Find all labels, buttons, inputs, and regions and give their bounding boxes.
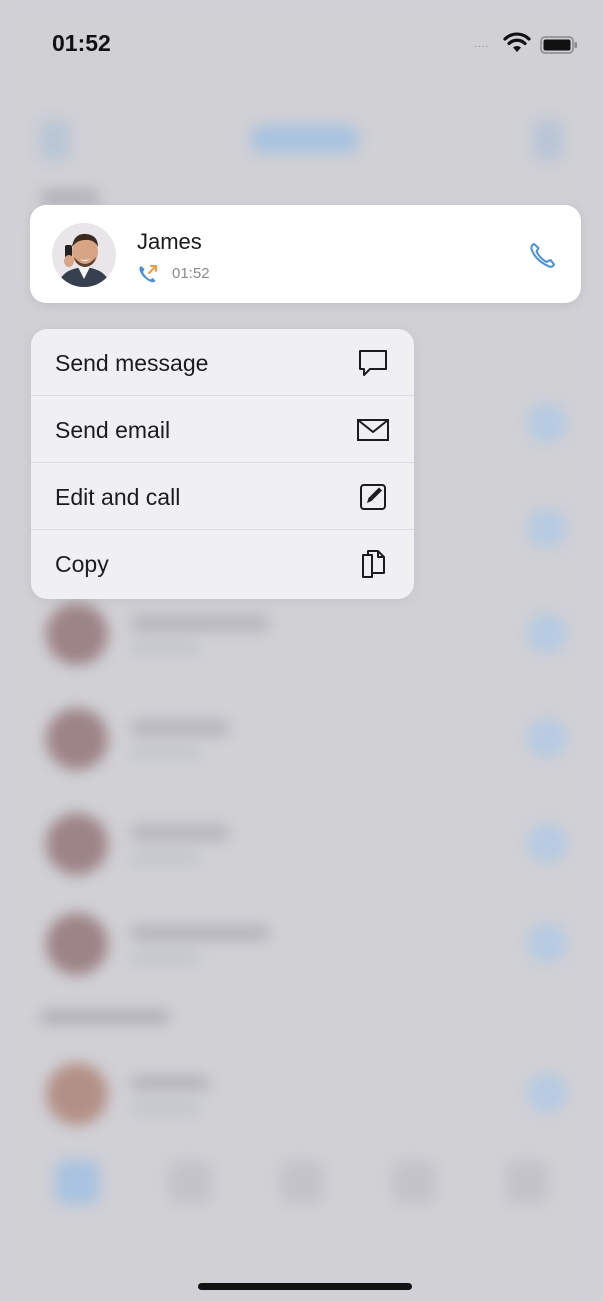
context-menu: Send message Send email Edit and call Co… — [31, 329, 414, 599]
blurred-section-header — [40, 190, 100, 204]
edit-icon — [360, 484, 386, 510]
blurred-row — [0, 795, 603, 895]
blurred-nav-title — [250, 125, 360, 153]
menu-item-label: Edit and call — [55, 484, 181, 510]
contact-name: James — [137, 229, 202, 254]
blurred-section-header — [40, 1010, 170, 1024]
menu-item-copy[interactable]: Copy — [31, 530, 414, 598]
message-bubble-icon — [359, 350, 387, 376]
signal-dots: .... — [474, 39, 490, 50]
blurred-row — [0, 1045, 603, 1145]
envelope-icon — [357, 419, 389, 441]
menu-item-edit-and-call[interactable]: Edit and call — [31, 463, 414, 530]
battery-icon — [540, 36, 577, 54]
outgoing-call-icon — [139, 265, 157, 283]
menu-item-label: Send email — [55, 417, 171, 443]
menu-item-send-email[interactable]: Send email — [31, 396, 414, 463]
blurred-background — [0, 0, 603, 1301]
call-time: 01:52 — [172, 265, 210, 282]
blurred-row — [0, 690, 603, 790]
status-bar: 01:52 .... — [0, 0, 603, 90]
blurred-navbar — [0, 100, 603, 180]
menu-item-label: Send message — [55, 350, 209, 376]
copy-icon — [362, 550, 385, 578]
home-indicator[interactable] — [198, 1283, 412, 1290]
blurred-row — [0, 585, 603, 685]
menu-item-send-message[interactable]: Send message — [31, 329, 414, 396]
blurred-tab-bar — [0, 1150, 603, 1230]
contact-card[interactable]: James 01:52 — [30, 205, 581, 303]
phone-icon[interactable] — [527, 239, 559, 271]
status-time: 01:52 — [52, 30, 111, 56]
blurred-row — [0, 895, 603, 995]
menu-item-label: Copy — [55, 551, 109, 577]
wifi-icon — [503, 32, 531, 52]
blurred-nav-left-button — [40, 120, 70, 160]
contact-avatar — [52, 223, 116, 287]
blurred-nav-right-button — [533, 120, 563, 160]
